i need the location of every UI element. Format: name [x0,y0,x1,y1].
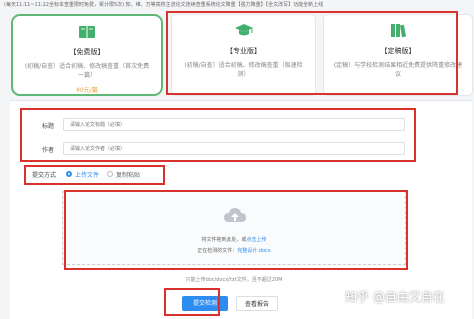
highlight-box-plans [166,11,458,95]
highlight-box-submit [164,288,220,316]
book-icon [13,24,161,43]
plan-desc: (初稿/自查）适合初稿、修改稿查重（首次免费一篇） [24,63,150,79]
highlight-box-upload [64,190,408,270]
highlight-box-fields [20,108,416,162]
upload-note: 只能上传doc/docx/txt文件，且不超过20M [185,277,283,283]
watermark: 知乎 @自由又自在 [345,290,445,304]
plan-card-free[interactable]: 【免费版】 (初稿/自查）适合初稿、修改稿查重（首次免费一篇） ¥0元/篇 [11,14,163,96]
notice-banner: (每天11:11~11:22全标本查重限时免费，累计限5次) 知、维、万等高校主… [4,2,324,8]
view-report-button[interactable]: 查看报告 [236,296,278,311]
plan-title: 【免费版】 [69,48,105,56]
highlight-box-method [24,165,165,185]
plan-price: ¥0元/篇 [76,87,98,94]
